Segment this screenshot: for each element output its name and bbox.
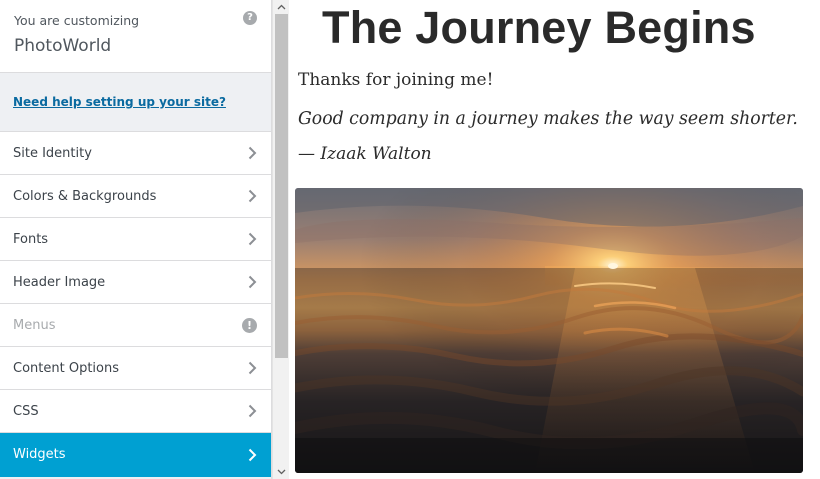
chevron-right-icon [248, 146, 257, 160]
chevron-right-icon [248, 448, 257, 462]
menu-item-label: Widgets [13, 447, 66, 462]
menu-item-site-identity[interactable]: Site Identity [0, 132, 271, 175]
warning-icon: ! [242, 317, 257, 333]
menu-item-css[interactable]: CSS [0, 390, 271, 433]
customizer-header: You are customizing PhotoWorld ? [0, 0, 271, 73]
setup-help-link[interactable]: Need help setting up your site? [13, 95, 226, 109]
help-icon[interactable]: ? [243, 11, 257, 25]
post-quote: Good company in a journey makes the way … [298, 109, 798, 129]
chevron-right-icon [248, 275, 257, 289]
customizing-label: You are customizing [14, 13, 140, 28]
menu-item-label: Content Options [13, 360, 119, 376]
panel-scrollbar[interactable] [272, 0, 289, 479]
menu-item-colors-backgrounds[interactable]: Colors & Backgrounds [0, 175, 271, 218]
menu-item-fonts[interactable]: Fonts [0, 218, 271, 261]
post-title: The Journey Begins [322, 2, 756, 53]
post-intro: Thanks for joining me! [298, 70, 494, 90]
chevron-right-icon [248, 232, 257, 246]
menu-item-label: Colors & Backgrounds [13, 188, 157, 204]
site-preview: The Journey Begins Thanks for joining me… [290, 0, 820, 479]
menu-item-label: Site Identity [13, 145, 92, 161]
menu-item-header-image[interactable]: Header Image [0, 261, 271, 304]
help-section: Need help setting up your site? [0, 73, 271, 132]
chevron-right-icon [248, 404, 257, 418]
menu-item-widgets[interactable]: Widgets [0, 433, 271, 477]
scroll-down-arrow-icon[interactable] [273, 465, 290, 479]
sunset-ocean-image [295, 188, 803, 473]
scrollbar-thumb[interactable] [275, 14, 288, 358]
menu-item-label: Header Image [13, 274, 106, 290]
menu-item-label: Fonts [13, 231, 49, 247]
chevron-right-icon [248, 189, 257, 203]
customizer-panel: You are customizing PhotoWorld ? Need he… [0, 0, 272, 479]
chevron-right-icon [248, 361, 257, 375]
menu-item-menus[interactable]: Menus ! [0, 304, 271, 347]
post-attribution: — Izaak Walton [298, 144, 432, 164]
scroll-up-arrow-icon[interactable] [273, 0, 290, 14]
menu-item-content-options[interactable]: Content Options [0, 347, 271, 390]
site-name: PhotoWorld [14, 36, 112, 56]
menu-item-label: Menus [13, 317, 56, 333]
menu-item-label: CSS [13, 403, 39, 419]
